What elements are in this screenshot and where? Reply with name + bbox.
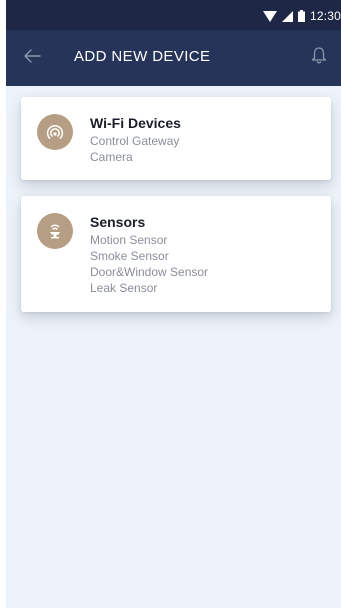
status-time: 12:30 <box>309 9 341 23</box>
back-button[interactable] <box>20 46 44 70</box>
list-item: Door&Window Sensor <box>90 265 209 279</box>
page-title: ADD NEW DEVICE <box>74 48 211 65</box>
app-bar: ADD NEW DEVICE <box>6 30 341 86</box>
category-title: Sensors <box>90 214 146 230</box>
status-icons: 12:30 <box>262 8 341 24</box>
cell-signal-icon <box>281 10 293 22</box>
list-item: Camera <box>90 150 133 164</box>
category-card-sensors[interactable]: Sensors Motion Sensor Smoke Sensor Door&… <box>21 196 331 312</box>
category-items: Motion Sensor Smoke Sensor Door&Window S… <box>90 232 208 296</box>
list-item: Control Gateway <box>90 134 180 148</box>
list-item: Leak Sensor <box>90 281 158 295</box>
wifi-icon <box>262 10 277 22</box>
battery-icon <box>297 10 305 22</box>
category-title: Wi-Fi Devices <box>90 115 181 131</box>
category-items: Control Gateway Camera <box>90 133 179 165</box>
list-item: Smoke Sensor <box>90 249 169 263</box>
list-item: Motion Sensor <box>90 233 168 247</box>
bell-icon <box>311 46 327 69</box>
arrow-back-icon <box>23 48 41 69</box>
status-bar: 12:30 <box>6 0 341 30</box>
category-card-wifi-devices[interactable]: Wi-Fi Devices Control Gateway Camera <box>21 97 331 180</box>
notifications-button[interactable] <box>307 45 331 69</box>
wifi-broadcast-icon <box>37 114 73 150</box>
sensor-icon <box>37 213 73 249</box>
phone-screen: 12:30 ADD NEW DEVICE Wi-Fi Devices Contr… <box>6 0 341 608</box>
